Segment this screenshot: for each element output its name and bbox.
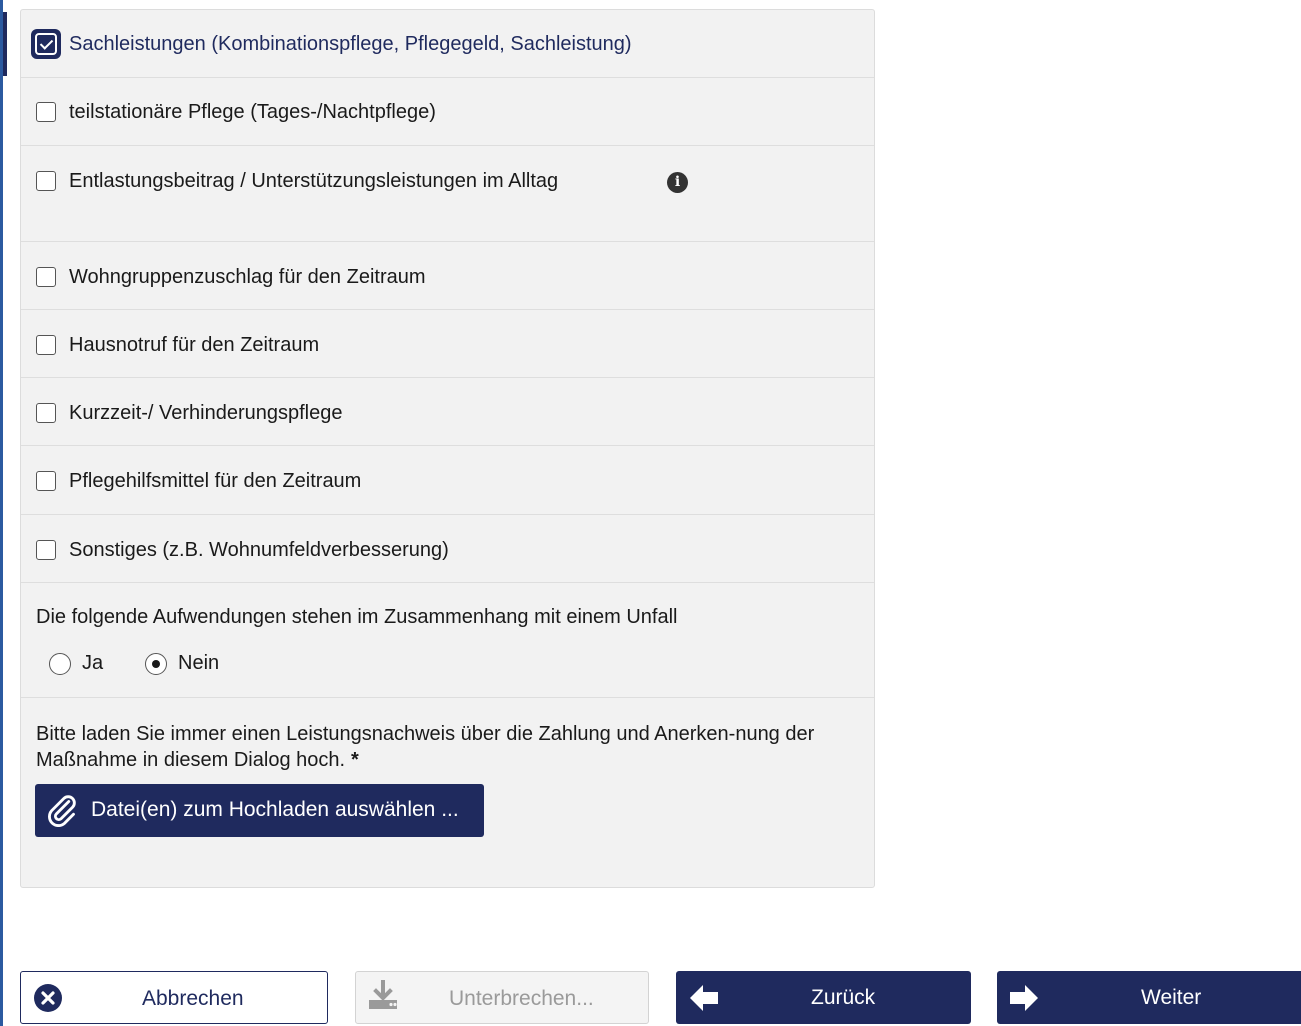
left-edge-rail xyxy=(0,0,3,1026)
option-row-hausnotruf[interactable]: Hausnotruf für den Zeitraum xyxy=(21,310,874,378)
required-marker: * xyxy=(351,749,359,771)
paperclip-icon xyxy=(48,795,76,827)
checkbox-wohngruppenzuschlag[interactable] xyxy=(36,267,56,287)
checkbox-sonstiges[interactable] xyxy=(36,540,56,560)
radio-ja-label[interactable]: Ja xyxy=(82,652,103,675)
option-row-sonstiges[interactable]: Sonstiges (z.B. Wohnumfeldverbesserung) xyxy=(21,515,874,583)
pause-label: Unterbrechen... xyxy=(449,987,594,1010)
option-row-pflegehilfsmittel[interactable]: Pflegehilfsmittel für den Zeitraum xyxy=(21,446,874,515)
option-label: teilstationäre Pflege (Tages-/Nachtpfleg… xyxy=(69,101,436,123)
checkbox-kurzzeitpflege[interactable] xyxy=(36,403,56,423)
back-button[interactable]: Zurück xyxy=(676,971,971,1024)
cancel-label: Abbrechen xyxy=(142,987,244,1010)
upload-button-label: Datei(en) zum Hochladen auswählen ... xyxy=(91,798,459,821)
back-label: Zurück xyxy=(811,986,876,1009)
checkbox-hausnotruf[interactable] xyxy=(36,335,56,355)
close-circle-icon xyxy=(34,984,62,1012)
upload-instruction-text: Bitte laden Sie immer einen Leistungsnac… xyxy=(36,723,815,771)
option-row-kurzzeitpflege[interactable]: Kurzzeit-/ Verhinderungspflege xyxy=(21,378,874,446)
checkbox-pflegehilfsmittel[interactable] xyxy=(36,471,56,491)
accident-question-section: Die folgende Aufwendungen stehen im Zusa… xyxy=(21,583,874,698)
radio-ja[interactable] xyxy=(49,653,71,675)
accident-question: Die folgende Aufwendungen stehen im Zusa… xyxy=(36,606,678,628)
checkbox-sachleistungen[interactable] xyxy=(31,29,61,59)
option-row-wohngruppenzuschlag[interactable]: Wohngruppenzuschlag für den Zeitraum xyxy=(21,242,874,310)
option-label: Sachleistungen (Kombinationspflege, Pfle… xyxy=(69,33,632,55)
next-label: Weiter xyxy=(1141,986,1202,1009)
option-label: Entlastungsbeitrag / Unterstützungsleist… xyxy=(69,170,559,192)
arrow-left-icon xyxy=(690,985,718,1011)
checkbox-teilstationaer[interactable] xyxy=(36,102,56,122)
upload-instruction: Bitte laden Sie immer einen Leistungsnac… xyxy=(36,721,826,773)
cancel-button[interactable]: Abbrechen xyxy=(20,971,328,1024)
arrow-right-icon xyxy=(1010,985,1038,1011)
focus-indicator xyxy=(3,12,7,76)
pause-button[interactable]: Unterbrechen... xyxy=(355,971,649,1024)
option-label: Hausnotruf für den Zeitraum xyxy=(69,334,320,356)
benefits-panel: Sachleistungen (Kombinationspflege, Pfle… xyxy=(20,9,875,888)
option-label: Sonstiges (z.B. Wohnumfeldverbesserung) xyxy=(69,539,449,561)
option-row-teilstationaer[interactable]: teilstationäre Pflege (Tages-/Nachtpfleg… xyxy=(21,78,874,146)
upload-files-button[interactable]: Datei(en) zum Hochladen auswählen ... xyxy=(35,784,484,837)
radio-nein[interactable] xyxy=(145,653,167,675)
option-label: Pflegehilfsmittel für den Zeitraum xyxy=(69,470,362,492)
next-button[interactable]: Weiter xyxy=(997,971,1301,1024)
checkbox-entlastungsbeitrag[interactable] xyxy=(36,171,56,191)
option-label: Kurzzeit-/ Verhinderungspflege xyxy=(69,402,343,424)
radio-nein-label[interactable]: Nein xyxy=(178,652,219,675)
option-row-entlastungsbeitrag[interactable]: Entlastungsbeitrag / Unterstützungsleist… xyxy=(21,146,874,242)
info-icon[interactable]: i xyxy=(667,172,688,193)
upload-section: Bitte laden Sie immer einen Leistungsnac… xyxy=(21,698,874,888)
option-row-sachleistungen[interactable]: Sachleistungen (Kombinationspflege, Pfle… xyxy=(21,10,874,78)
download-icon xyxy=(369,980,397,1009)
option-label: Wohngruppenzuschlag für den Zeitraum xyxy=(69,266,426,288)
